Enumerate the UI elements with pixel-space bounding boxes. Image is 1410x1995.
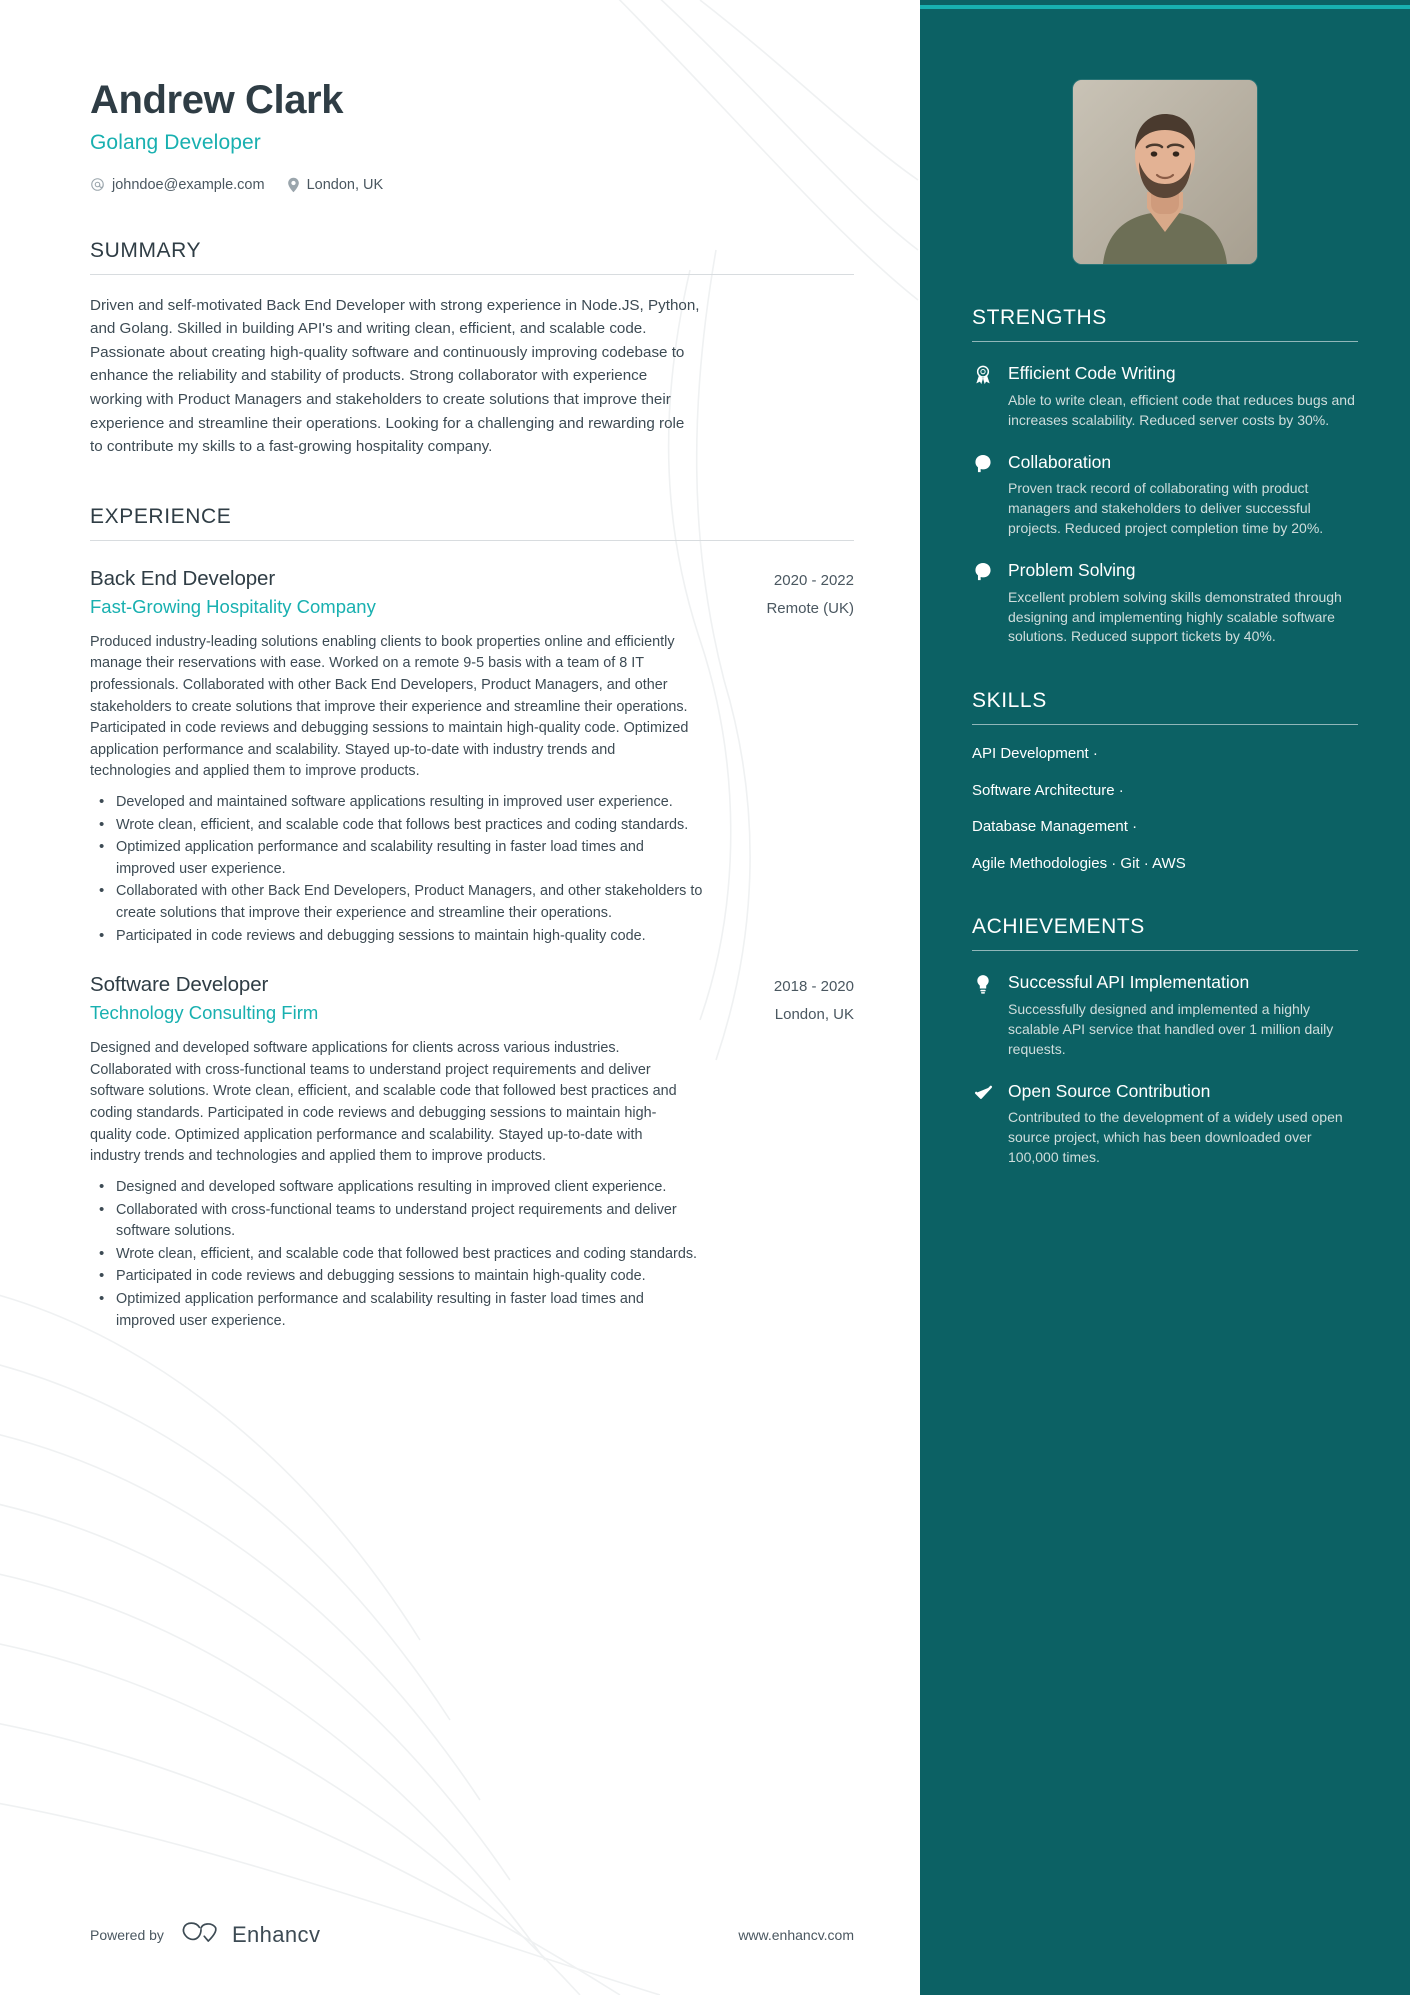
skills-list: API Development · Software Architecture … (972, 744, 1358, 873)
contact-location: London, UK (287, 176, 384, 193)
strength-title: Problem Solving (1008, 559, 1136, 580)
at-sign-icon (90, 177, 105, 192)
list-item: Wrote clean, efficient, and scalable cod… (90, 814, 704, 837)
achievements-heading: ACHIEVEMENTS (972, 915, 1145, 939)
list-item: Collaborated with other Back End Develop… (90, 880, 704, 924)
experience-bullets: Developed and maintained software applic… (90, 791, 854, 948)
list-item: Participated in code reviews and debuggi… (90, 925, 704, 948)
avatar (1073, 80, 1257, 264)
achievement-title: Open Source Contribution (1008, 1080, 1211, 1101)
powered-by-label: Powered by (90, 1927, 164, 1943)
skill-row: Software Architecture · (972, 781, 1124, 799)
experience-entry: Back End Developer 2020 - 2022 Fast-Grow… (90, 567, 854, 948)
list-item: Designed and developed software applicat… (90, 1176, 704, 1199)
experience-entry: Software Developer 2018 - 2020 Technolog… (90, 973, 854, 1332)
enhancv-logo-icon (180, 1920, 222, 1951)
achievement-item: Open Source Contribution Contributed to … (972, 1080, 1358, 1168)
footer: Powered by Enhancv www.enhancv.com (0, 1875, 920, 1995)
summary-text: Driven and self-motivated Back End Devel… (90, 296, 700, 456)
resume-page: Andrew Clark Golang Developer johndoe@ex… (0, 0, 1410, 1995)
experience-company: Technology Consulting Firm (90, 1002, 319, 1024)
page-title: Andrew Clark (90, 78, 344, 122)
experience-dates: 2020 - 2022 (773, 571, 854, 589)
checkmark-icon (972, 1080, 994, 1102)
head-profile-icon (972, 451, 994, 474)
skills-divider (972, 724, 1358, 726)
experience-company: Fast-Growing Hospitality Company (90, 595, 376, 617)
website-url: www.enhancv.com (738, 1927, 854, 1943)
strength-title: Collaboration (1008, 451, 1112, 472)
experience-location: Remote (UK) (766, 599, 854, 617)
experience-bullets: Designed and developed software applicat… (90, 1176, 854, 1332)
contact-location-text: London, UK (306, 176, 384, 193)
strength-item: Problem Solving Excellent problem solvin… (972, 559, 1358, 647)
strength-item: Collaboration Proven track record of col… (972, 451, 1358, 539)
summary-heading: SUMMARY (90, 238, 202, 262)
strengths-section: STRENGTHS Efficient Code Writing Able to… (972, 306, 1358, 647)
experience-role: Software Developer (90, 973, 269, 997)
list-item: Wrote clean, efficient, and scalable cod… (90, 1243, 704, 1266)
strengths-heading: STRENGTHS (972, 306, 1107, 329)
brand-block: Enhancv (180, 1920, 320, 1951)
achievements-section: ACHIEVEMENTS Successful API Implementati… (972, 915, 1358, 1168)
experience-location: London, UK (774, 1006, 854, 1024)
award-ribbon-icon (972, 362, 994, 385)
contact-email[interactable]: johndoe@example.com (90, 177, 265, 193)
experience-dates: 2018 - 2020 (773, 978, 854, 996)
map-pin-icon (287, 177, 300, 193)
contact-row: johndoe@example.com London, UK (90, 177, 854, 193)
list-item: Optimized application performance and sc… (90, 836, 704, 880)
strength-text: Able to write clean, efficient code that… (1008, 391, 1355, 428)
skills-section: SKILLS API Development · Software Archit… (972, 689, 1358, 873)
list-item: Optimized application performance and sc… (90, 1288, 704, 1332)
strength-title: Efficient Code Writing (1008, 363, 1176, 383)
strength-text: Proven track record of collaborating wit… (1008, 480, 1324, 536)
experience-section: EXPERIENCE Back End Developer 2020 - 202… (90, 505, 854, 1332)
lightbulb-icon (972, 971, 994, 994)
sidebar: STRENGTHS Efficient Code Writing Able to… (920, 0, 1410, 1995)
achievement-text: Contributed to the development of a wide… (1008, 1109, 1343, 1166)
experience-description: Designed and developed software applicat… (90, 1040, 677, 1165)
skill-row: Agile Methodologies · Git · AWS (972, 854, 1186, 872)
brand-name: Enhancv (231, 1922, 321, 1947)
achievement-text: Successfully designed and implemented a … (1008, 1001, 1334, 1057)
list-item: Developed and maintained software applic… (90, 791, 704, 814)
skills-heading: SKILLS (972, 689, 1047, 713)
head-profile-icon (972, 559, 994, 582)
main-column: Andrew Clark Golang Developer johndoe@ex… (0, 0, 920, 1995)
experience-heading: EXPERIENCE (90, 504, 232, 528)
skill-row: Database Management · (972, 818, 1138, 836)
powered-by-block: Powered by Enhancv (90, 1920, 320, 1951)
sidebar-top-accent (920, 5, 1410, 9)
skill-row: API Development · (972, 745, 1098, 763)
job-title: Golang Developer (90, 130, 261, 154)
summary-divider (90, 273, 854, 275)
strength-item: Efficient Code Writing Able to write cle… (972, 362, 1358, 431)
achievement-item: Successful API Implementation Successful… (972, 971, 1358, 1059)
achievement-title: Successful API Implementation (1008, 972, 1250, 993)
experience-role: Back End Developer (90, 566, 276, 590)
contact-email-text: johndoe@example.com (112, 176, 265, 193)
achievements-divider (972, 950, 1358, 952)
avatar-wrap (972, 80, 1358, 264)
strengths-divider (972, 341, 1358, 342)
summary-section: SUMMARY Driven and self-motivated Back E… (90, 239, 854, 459)
experience-divider (90, 539, 854, 541)
experience-description: Produced industry-leading solutions enab… (90, 633, 689, 780)
list-item: Participated in code reviews and debuggi… (90, 1265, 704, 1288)
list-item: Collaborated with cross-functional teams… (90, 1199, 704, 1243)
strength-text: Excellent problem solving skills demonst… (1008, 588, 1342, 645)
